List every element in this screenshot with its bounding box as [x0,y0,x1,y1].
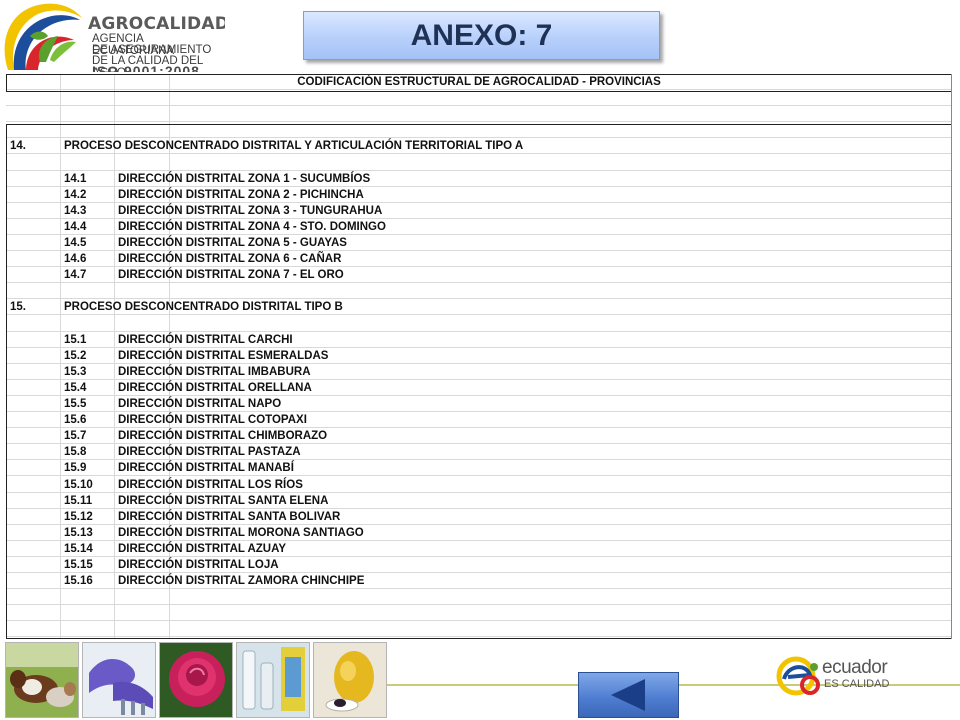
agrocalidad-logo: AGROCALIDAD AGENCIA ECUATORIANA DE ASEGU… [0,0,225,72]
back-button[interactable] [578,672,679,718]
sheet-right-edge [951,74,952,639]
ecuador-emblem-icon [776,656,820,696]
empty-row [6,106,952,123]
brand-name: AGROCALIDAD [88,14,225,34]
ecuador-logo-word: ecuador [822,657,888,678]
left-arrow-icon [611,679,645,711]
annex-title: ANEXO: 7 [303,11,660,60]
ecuador-logo-tagline: ES CALIDAD [824,678,890,690]
brand-iso: ISO 9001:2008 [92,63,200,72]
lab-gloves-photo [82,642,156,718]
lab-vials-photo [236,642,310,718]
title-border [6,74,952,92]
agrocalidad-emblem-icon [4,3,82,70]
cattle-photo [5,642,79,718]
fruit-photo [313,642,387,718]
ecuador-es-calidad-logo: ecuador ES CALIDAD [776,655,906,697]
table-border [6,124,952,639]
rose-photo [159,642,233,718]
empty-row [6,90,952,107]
